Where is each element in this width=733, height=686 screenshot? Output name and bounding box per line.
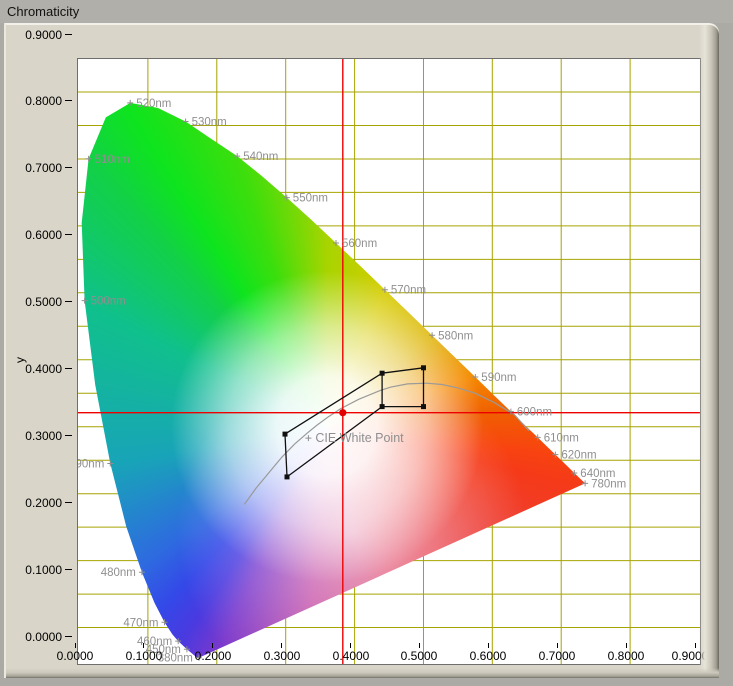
wavelength-marker (582, 480, 588, 486)
x-axis-tick (212, 643, 213, 648)
wavelength-label: 620nm (561, 450, 596, 462)
wavelength-marker (284, 195, 290, 201)
y-tick-label: 0.1000 (8, 563, 62, 577)
wavelength-marker (333, 240, 339, 246)
wavelength-label: 520nm (136, 98, 171, 110)
wavelength-marker (82, 298, 88, 304)
wavelength-marker (183, 119, 189, 125)
x-axis-tick (143, 643, 144, 648)
y-axis-tick (65, 34, 72, 35)
wavelength-marker (571, 470, 577, 476)
y-axis-tick (65, 167, 72, 168)
y-tick-label: 0.8000 (8, 94, 62, 108)
wavelength-label: 600nm (517, 407, 552, 419)
y-tick-label: 0.6000 (8, 228, 62, 242)
wavelength-label: 490nm (77, 459, 104, 471)
wavelength-label: 500nm (91, 296, 126, 308)
y-axis-tick (65, 100, 72, 101)
y-axis-title: y (13, 357, 27, 363)
x-axis-tick (695, 643, 696, 648)
x-tick-label: 0.0000 (45, 649, 105, 663)
x-tick-label: 0.7000 (527, 649, 587, 663)
bin-region-vertex-marker (421, 365, 426, 370)
panel-bevel-bottom (6, 668, 719, 678)
x-axis-tick (488, 643, 489, 648)
bin-region-vertex-marker (283, 432, 288, 437)
y-axis-tick (65, 636, 72, 637)
x-tick-label: 0.6000 (458, 649, 518, 663)
chromaticity-window: Chromaticity 380nm450nm460nm470nm480nm49… (0, 0, 733, 686)
wavelength-label: 570nm (391, 285, 426, 297)
wavelength-label: 610nm (544, 432, 579, 444)
x-tick-label: 0.4000 (321, 649, 381, 663)
y-axis-tick (65, 569, 72, 570)
wavelength-marker (429, 332, 435, 338)
x-axis-tick (557, 643, 558, 648)
x-axis-tick (350, 643, 351, 648)
panel-bevel-right (699, 25, 719, 678)
plot-border (78, 59, 701, 665)
wavelength-marker (535, 434, 541, 440)
wavelength-label: 550nm (293, 193, 328, 205)
y-tick-label: 0.2000 (8, 496, 62, 510)
y-tick-label: 0.5000 (8, 295, 62, 309)
wavelength-label: 470nm (123, 617, 158, 629)
bin-region-vertex-marker (380, 404, 385, 409)
wavelength-label: 510nm (95, 154, 130, 166)
x-tick-label: 0.5000 (389, 649, 449, 663)
bin-region-edge (382, 368, 423, 373)
white-point-marker (305, 435, 311, 441)
y-axis-tick (65, 368, 72, 369)
x-tick-label: 0.8000 (596, 649, 656, 663)
plot-area[interactable]: 380nm450nm460nm470nm480nm490nm500nm510nm… (77, 58, 701, 665)
y-tick-label: 0.9000 (8, 28, 62, 42)
measured-chromaticity-point (339, 409, 346, 416)
y-axis-tick (65, 435, 72, 436)
y-axis-tick (65, 502, 72, 503)
wavelength-marker (552, 452, 558, 458)
wavelength-label: 580nm (438, 330, 473, 342)
wavelength-marker (472, 374, 478, 380)
wavelength-label: 560nm (342, 238, 377, 250)
wavelength-marker (162, 619, 168, 625)
wavelength-label: 530nm (192, 117, 227, 129)
x-axis-tick (419, 643, 420, 648)
x-axis-tick (626, 643, 627, 648)
wavelength-marker (127, 100, 133, 106)
bin-region-vertex-marker (380, 371, 385, 376)
bin-region-edge (285, 373, 382, 434)
wavelength-label: 540nm (243, 151, 278, 163)
bin-region-edge (285, 434, 287, 477)
x-tick-label: 0.2000 (183, 649, 243, 663)
wavelength-marker (107, 461, 113, 467)
y-axis-tick (65, 301, 72, 302)
annotations-layer: 380nm450nm460nm470nm480nm490nm500nm510nm… (77, 58, 701, 665)
bin-region-vertex-marker (421, 404, 426, 409)
wavelength-marker (175, 638, 181, 644)
window-titlebar: Chromaticity (0, 0, 733, 23)
bin-region-vertex-marker (285, 474, 290, 479)
y-tick-label: 0.0000 (8, 630, 62, 644)
wavelength-label: 590nm (481, 372, 516, 384)
white-point-label: CIE White Point (315, 431, 404, 445)
wavelength-marker (234, 153, 240, 159)
x-axis-tick (281, 643, 282, 648)
y-tick-label: 0.7000 (8, 161, 62, 175)
y-tick-label: 0.4000 (8, 362, 62, 376)
window-title: Chromaticity (7, 4, 79, 19)
wavelength-marker (139, 569, 145, 575)
wavelength-marker (86, 156, 92, 162)
y-tick-label: 0.3000 (8, 429, 62, 443)
x-tick-label: 0.3000 (252, 649, 312, 663)
x-tick-label: 0.1000 (114, 649, 174, 663)
wavelength-label: 480nm (101, 567, 136, 579)
y-axis-tick (65, 234, 72, 235)
wavelength-label: 780nm (591, 478, 626, 490)
chart-panel: 380nm450nm460nm470nm480nm490nm500nm510nm… (4, 23, 719, 678)
x-axis-tick (75, 643, 76, 648)
wavelength-marker (382, 287, 388, 293)
